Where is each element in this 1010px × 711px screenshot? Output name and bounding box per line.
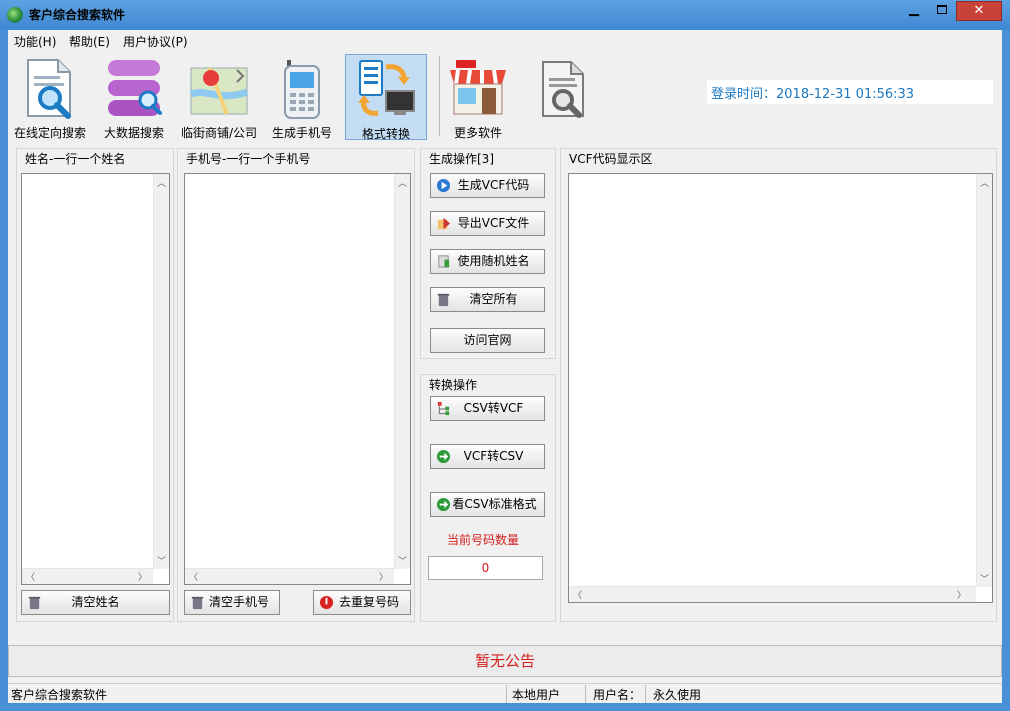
phones-hscroll[interactable]: 〈 〉	[185, 568, 394, 584]
names-hscroll[interactable]: 〈 〉	[22, 568, 153, 584]
trash-icon	[191, 596, 204, 610]
count-label: 当前号码数量	[447, 533, 520, 547]
phone-icon	[284, 60, 320, 119]
vcf-panel: VCF代码显示区 ︿ ﹀ 〈 〉	[560, 148, 997, 622]
menu-function[interactable]: 功能(H)	[14, 33, 56, 50]
window-title: 客户综合搜索软件	[29, 8, 126, 22]
vcf-hscroll[interactable]: 〈 〉	[569, 586, 976, 602]
clear-phones-button[interactable]: 清空手机号	[184, 590, 280, 615]
status-user-label: 用户名：	[593, 688, 642, 702]
view-csv-format-button[interactable]: 看CSV标准格式	[430, 492, 545, 517]
tool-online-search[interactable]: 在线定向搜索	[9, 54, 91, 140]
play-icon	[436, 178, 451, 193]
arrow-right-icon	[436, 497, 451, 512]
maximize-button[interactable]	[929, 1, 955, 21]
stop-icon	[319, 595, 334, 610]
convert-panel-title: 转换操作	[427, 376, 480, 393]
database-search-icon	[108, 60, 162, 116]
status-separator	[506, 685, 507, 703]
phones-panel-title: 手机号-一行一个手机号	[184, 150, 313, 167]
names-textarea[interactable]: ︿ ﹀ 〈 〉	[21, 173, 170, 585]
names-panel-title: 姓名-一行一个姓名	[23, 150, 128, 167]
random-names-button[interactable]: 使用随机姓名	[430, 249, 545, 274]
shop-icon	[450, 60, 506, 115]
list-icon	[438, 255, 450, 268]
phones-panel: 手机号-一行一个手机号 ︿ ﹀ 〈 〉 清空手机号 去重复号码	[177, 148, 415, 622]
trash-icon	[437, 293, 450, 307]
phones-textarea[interactable]: ︿ ﹀ 〈 〉	[184, 173, 411, 585]
convert-icon	[358, 60, 415, 116]
generate-vcf-button[interactable]: 生成VCF代码	[430, 173, 545, 198]
generate-panel-title: 生成操作[3]	[427, 150, 496, 167]
dedupe-button[interactable]: 去重复号码	[313, 590, 411, 615]
client-area: 功能(H) 帮助(E) 用户协议(P) 在线定向搜索 大数据搜索 临街商铺/公司…	[8, 30, 1002, 703]
convert-panel: 转换操作 CSV转VCF VCF转CSV 看CSV标准格式	[420, 374, 556, 622]
phones-vscroll[interactable]: ︿ ﹀	[394, 174, 410, 569]
minimize-button[interactable]: ▁	[901, 1, 927, 21]
close-button[interactable]: ✕	[956, 1, 1002, 21]
document-search-icon	[27, 59, 71, 119]
status-app-name: 客户综合搜索软件	[11, 688, 108, 702]
status-license: 永久使用	[653, 688, 702, 702]
generate-panel: 生成操作[3] 生成VCF代码 导出VCF文件 使用随机姓名 清空所有 访问官网	[420, 148, 556, 359]
status-bar: 客户综合搜索软件 本地用户 用户名： 永久使用	[8, 683, 1002, 703]
tool-more-software[interactable]: 更多软件	[437, 54, 519, 140]
trash-icon	[28, 596, 41, 610]
tool-street-shops[interactable]: 临街商铺/公司	[178, 54, 260, 140]
login-time: 登录时间：2018-12-31 01:56:33	[707, 80, 993, 104]
vcf-panel-title: VCF代码显示区	[567, 150, 655, 167]
status-separator	[585, 685, 586, 703]
notice-bar: 暂无公告	[8, 645, 1002, 677]
status-separator	[645, 685, 646, 703]
menu-user-agreement[interactable]: 用户协议(P)	[123, 33, 188, 50]
export-vcf-button[interactable]: 导出VCF文件	[430, 211, 545, 236]
vcf-to-csv-button[interactable]: VCF转CSV	[430, 444, 545, 469]
clear-names-button[interactable]: 清空姓名	[21, 590, 170, 615]
names-panel: 姓名-一行一个姓名 ︿ ﹀ 〈 〉 清空姓名	[16, 148, 174, 622]
tree-icon	[437, 401, 450, 416]
csv-to-vcf-button[interactable]: CSV转VCF	[430, 396, 545, 421]
tool-big-data-search[interactable]: 大数据搜索	[93, 54, 175, 140]
tool-document-viewer[interactable]	[522, 54, 604, 140]
clear-all-button[interactable]: 清空所有	[430, 287, 545, 312]
app-window: 客户综合搜索软件 ▁ ✕ 功能(H) 帮助(E) 用户协议(P) 在线定向搜索	[0, 0, 1010, 711]
toolbar: 在线定向搜索 大数据搜索 临街商铺/公司 生成手机号 格式转换 更多软件 登录时…	[8, 50, 1002, 144]
vcf-vscroll[interactable]: ︿ ﹀	[976, 174, 992, 587]
menu-bar: 功能(H) 帮助(E) 用户协议(P)	[8, 30, 1002, 50]
title-bar[interactable]: 客户综合搜索软件 ▁ ✕	[0, 0, 1010, 30]
document-magnifier-icon	[542, 61, 584, 118]
arrow-right-icon	[436, 449, 451, 464]
app-icon	[7, 7, 23, 23]
count-field[interactable]: 0	[428, 556, 543, 580]
menu-help[interactable]: 帮助(E)	[69, 33, 110, 50]
export-icon	[437, 217, 451, 230]
tool-format-convert[interactable]: 格式转换	[345, 54, 427, 141]
vcf-textarea[interactable]: ︿ ﹀ 〈 〉	[568, 173, 993, 603]
visit-website-button[interactable]: 访问官网	[430, 328, 545, 353]
tool-generate-phone[interactable]: 生成手机号	[261, 54, 343, 140]
map-icon	[189, 67, 249, 115]
status-user-type: 本地用户	[512, 688, 561, 702]
names-vscroll[interactable]: ︿ ﹀	[153, 174, 169, 569]
